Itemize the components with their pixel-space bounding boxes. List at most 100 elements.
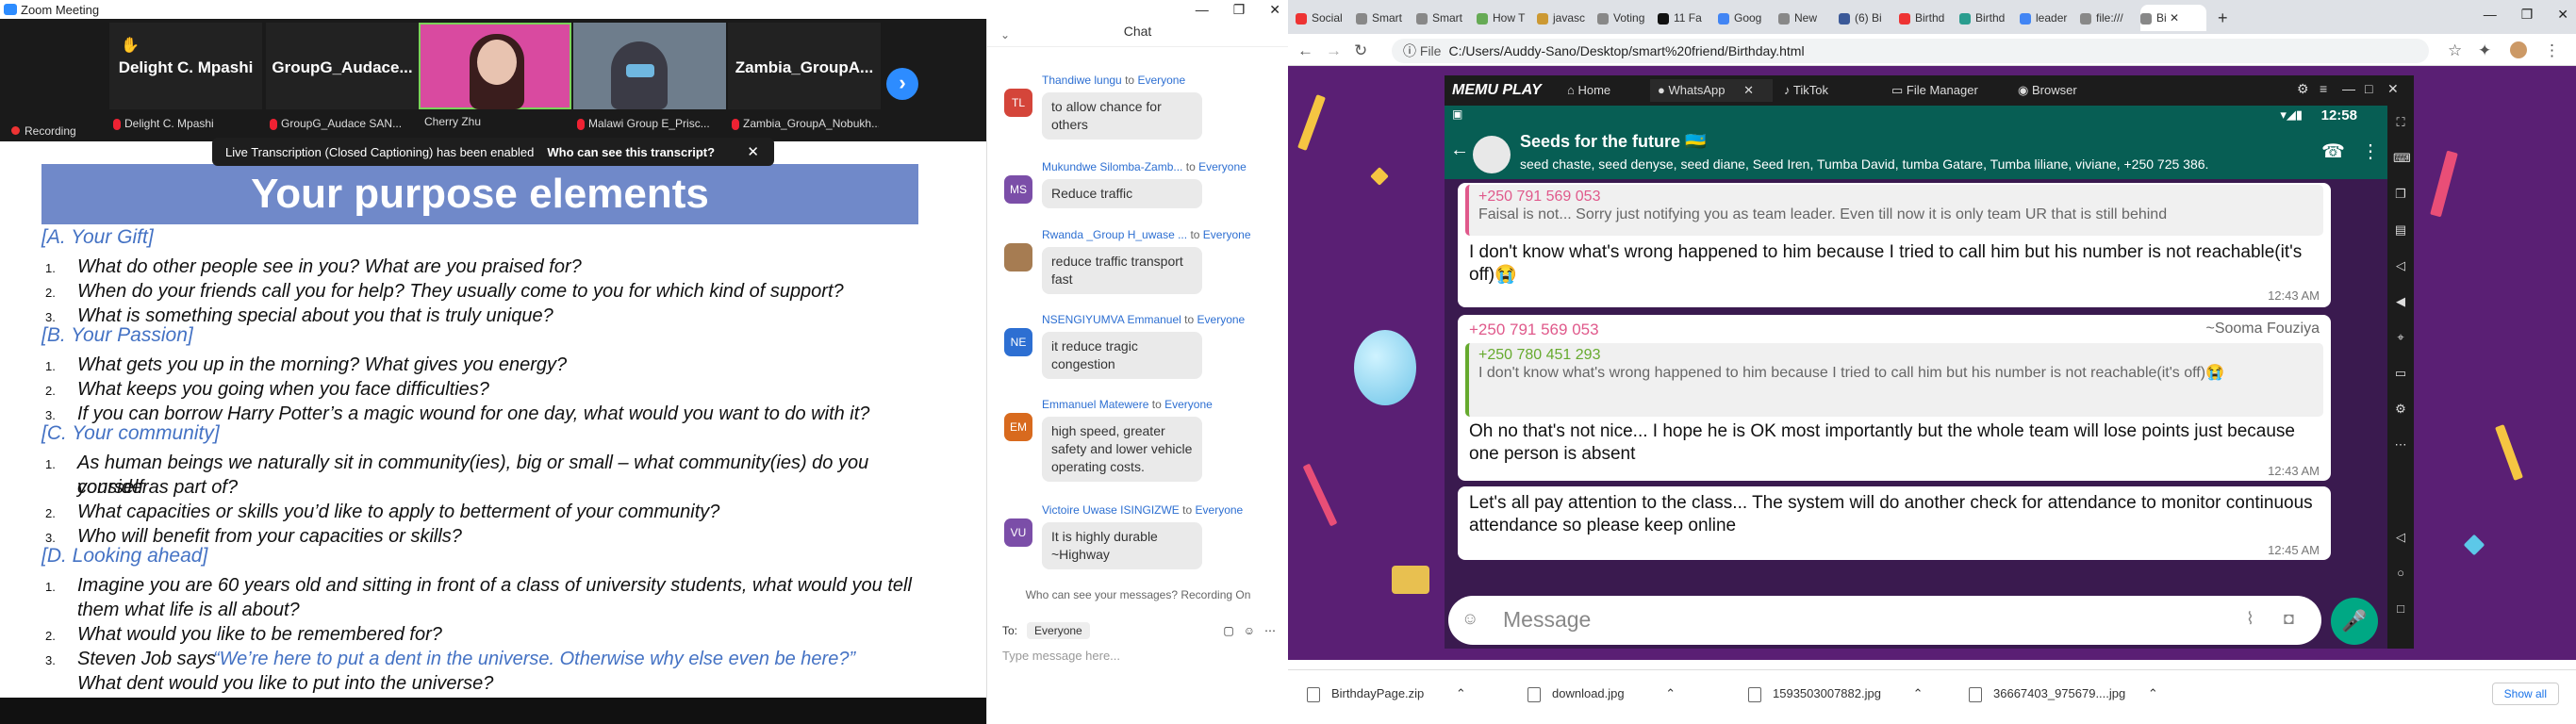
chevron-up-icon[interactable]: ⌃	[1913, 686, 1924, 700]
who-can-see-messages[interactable]: Who can see your messages? Recording On	[987, 584, 1289, 605]
browser-tab[interactable]: Goog	[1718, 5, 1776, 31]
paperclip-icon[interactable]: ⌇	[2246, 609, 2254, 629]
memu-tab-active[interactable]: ● WhatsApp ✕	[1650, 79, 1773, 102]
android-status-bar: ▣ ▾◢▮ 12:58	[1445, 106, 2387, 126]
participant-tile[interactable]: Delight C. Mpashi Delight C. Mpashi ✋	[109, 23, 262, 130]
maximize-icon[interactable]: ❐	[1233, 2, 1246, 18]
star-icon[interactable]: ☆	[2448, 41, 2462, 60]
apk-icon[interactable]: ▤	[2393, 222, 2408, 237]
quoted-message[interactable]: +250 780 451 293 I don't know what's wro…	[1465, 343, 2323, 417]
restore-icon[interactable]: ❐	[2521, 7, 2534, 23]
reload-icon[interactable]: ↻	[1354, 41, 1367, 60]
extensions-icon[interactable]: ✦	[2478, 41, 2491, 60]
folder-icon[interactable]: ▭	[2393, 366, 2408, 380]
maximize-icon[interactable]: □	[2365, 81, 2372, 96]
browser-tab[interactable]: (6) Bi	[1839, 5, 1897, 31]
quoted-message[interactable]: +250 791 569 053 Faisal is not... Sorry …	[1465, 185, 2323, 236]
participant-tile[interactable]: Malawi Group E_Prisc...	[573, 23, 726, 130]
settings-icon[interactable]: ⚙	[2393, 402, 2408, 416]
browser-tab[interactable]: Smart	[1416, 5, 1475, 31]
add-call-icon[interactable]: ☎	[2321, 140, 2345, 163]
location-icon[interactable]: ⌖	[2393, 330, 2408, 344]
memu-tab[interactable]: ▭ File Manager	[1884, 79, 2006, 102]
avatar[interactable]	[2510, 41, 2527, 58]
chevron-down-icon[interactable]: ⌄	[1000, 23, 1010, 47]
url-input[interactable]: ⓘ File C:/Users/Auddy-Sano/Desktop/smart%…	[1392, 39, 2429, 63]
keyboard-icon[interactable]: ⌨	[2393, 151, 2411, 165]
volume-down-icon[interactable]: ◀	[2393, 294, 2408, 308]
participant-tile[interactable]: Zambia_GroupA... Zambia_GroupA_Nobukh...	[728, 23, 881, 130]
close-icon[interactable]: ✕	[2387, 81, 2399, 97]
close-icon[interactable]: ✕	[2170, 11, 2179, 25]
chevron-up-icon[interactable]: ⌃	[1456, 686, 1466, 700]
voice-record-button[interactable]: 🎤	[2331, 598, 2378, 645]
message-input[interactable]: Message	[1503, 607, 1591, 633]
recipient-select[interactable]: Everyone	[1027, 622, 1090, 639]
browser-tab[interactable]: New	[1778, 5, 1837, 31]
new-tab-button[interactable]: +	[2218, 5, 2237, 31]
browser-tab[interactable]: leader	[2020, 5, 2078, 31]
message-bubble[interactable]: Let's all pay attention to the class... …	[1458, 486, 2331, 560]
more-vert-icon[interactable]: ⋮	[2361, 140, 2380, 163]
menu-icon[interactable]: ≡	[2320, 81, 2327, 96]
download-item[interactable]: download.jpg ⌃	[1527, 686, 1676, 702]
participant-tile[interactable]: GroupG_Audace... GroupG_Audace SAN...	[266, 23, 419, 130]
globe-icon	[1778, 12, 1790, 25]
browser-tab[interactable]: file:///	[2080, 5, 2138, 31]
camera-icon[interactable]: ◘	[2284, 609, 2294, 629]
emoji-icon[interactable]: ☺	[1244, 624, 1255, 637]
android-recents-icon[interactable]: □	[2393, 601, 2408, 616]
transcript-link[interactable]: Who can see this transcript?	[547, 145, 715, 159]
browser-tab[interactable]: Social	[1296, 5, 1354, 31]
chat-message-input[interactable]: Type message here...	[1002, 649, 1120, 663]
participant-gallery: Delight C. Mpashi Delight C. Mpashi ✋ Gr…	[0, 19, 986, 141]
close-icon[interactable]: ✕	[747, 143, 759, 160]
close-icon[interactable]: ✕	[2557, 7, 2568, 23]
gallery-next-button[interactable]: ›	[886, 68, 918, 100]
fullscreen-icon[interactable]: ⛶	[2393, 115, 2408, 129]
back-arrow-icon[interactable]: ←	[1450, 140, 1469, 161]
chat-panel: ⌄ Chat TL Thandiwe lungu to Everyone to …	[986, 19, 1288, 724]
browser-tab[interactable]: Voting	[1597, 5, 1656, 31]
browser-tab[interactable]: Birthd	[1959, 5, 2018, 31]
minimize-icon[interactable]: —	[1196, 2, 1209, 17]
download-item[interactable]: 36667403_975679....jpg ⌃	[1969, 686, 2158, 702]
settings-icon[interactable]: ⚙	[2297, 81, 2309, 97]
memu-tab[interactable]: ⌂ Home	[1560, 79, 1646, 102]
more-icon[interactable]: ⋯	[1264, 624, 1276, 637]
minimize-icon[interactable]: —	[2484, 7, 2497, 22]
browser-tab[interactable]: How T	[1477, 5, 1535, 31]
group-name[interactable]: Seeds for the future 🇷🇼	[1520, 132, 1706, 152]
file-icon[interactable]: ▢	[1223, 624, 1233, 637]
close-icon[interactable]: ✕	[1269, 2, 1280, 18]
message-bubble[interactable]: +250 791 569 053 ~Sooma Fouziya +250 780…	[1458, 315, 2331, 481]
back-icon[interactable]: ←	[1297, 41, 1313, 60]
browser-tab-active[interactable]: Bi ✕	[2140, 5, 2206, 31]
memu-tab[interactable]: ♪ TikTok	[1776, 79, 1880, 102]
balloon-image	[1354, 330, 1416, 405]
group-avatar[interactable]	[1473, 136, 1511, 173]
download-item[interactable]: BirthdayPage.zip ⌃	[1307, 686, 1466, 702]
browser-tab[interactable]: 11 Fa	[1658, 5, 1716, 31]
browser-tab[interactable]: Smart	[1356, 5, 1414, 31]
emoji-icon[interactable]: ☺	[1461, 609, 1478, 629]
android-home-icon[interactable]: ○	[2393, 566, 2408, 580]
close-icon[interactable]: ✕	[1743, 83, 1754, 97]
avatar: MS	[1004, 175, 1032, 204]
more-icon[interactable]: ⋯	[2393, 437, 2408, 452]
show-all-downloads-button[interactable]: Show all	[2491, 683, 2559, 705]
menu-icon[interactable]: ⋮	[2544, 41, 2560, 60]
chevron-up-icon[interactable]: ⌃	[2148, 686, 2158, 700]
download-item[interactable]: 1593503007882.jpg ⌃	[1748, 686, 1923, 702]
minimize-icon[interactable]: —	[2342, 81, 2355, 96]
message-bubble[interactable]: +250 791 569 053 Faisal is not... Sorry …	[1458, 183, 2331, 307]
forward-icon[interactable]: →	[1326, 41, 1342, 60]
volume-up-icon[interactable]: ◁	[2393, 258, 2408, 272]
browser-tab[interactable]: javasc	[1537, 5, 1595, 31]
browser-tab[interactable]: Birthd	[1899, 5, 1957, 31]
multi-window-icon[interactable]: ❐	[2393, 187, 2408, 201]
chevron-up-icon[interactable]: ⌃	[1665, 686, 1676, 700]
participant-tile-active-speaker[interactable]: Cherry Zhu	[419, 23, 571, 128]
android-back-icon[interactable]: ◁	[2393, 530, 2408, 544]
memu-tab[interactable]: ◉ Browser	[2010, 79, 2114, 102]
